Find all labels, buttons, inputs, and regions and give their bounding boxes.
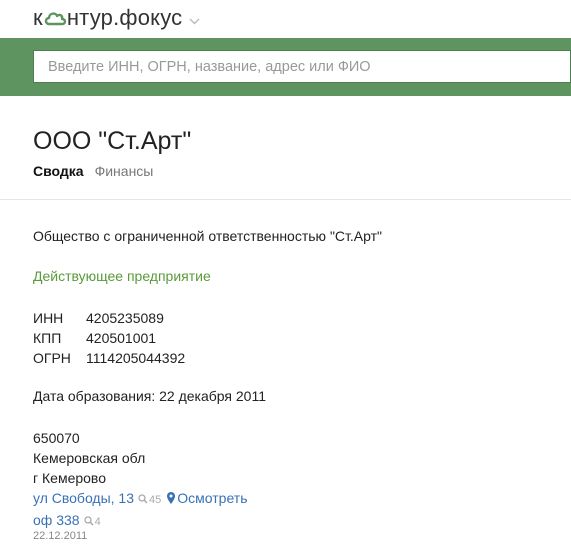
office-count-value: 4 — [94, 516, 101, 528]
chevron-down-icon[interactable] — [189, 13, 200, 28]
map-pin-icon — [167, 492, 176, 504]
view-location-link[interactable]: Осмотреть — [167, 490, 247, 506]
tab-finances[interactable]: Финансы — [95, 163, 154, 179]
requisite-value: 1114205044392 — [86, 350, 186, 366]
requisite-label: КПП — [33, 330, 62, 346]
address-postcode: 650070 — [33, 430, 80, 446]
status-label: Действующее предприятие — [33, 268, 211, 284]
office-link[interactable]: оф 338 — [33, 512, 80, 528]
office-search-count[interactable]: 4 — [83, 516, 101, 528]
magnifier-icon — [138, 494, 148, 504]
company-tabs: Сводка Финансы — [33, 163, 153, 179]
requisite-value: 4205235089 — [86, 310, 164, 326]
top-bar: к нтур. фокус — [0, 0, 571, 38]
address-block: 650070 Кемеровская обл г Кемерово ул Сво… — [33, 428, 247, 532]
company-full-name: Общество с ограниченной ответственностью… — [33, 228, 382, 244]
address-date: 22.12.2011 — [33, 530, 88, 542]
address-office-row: оф 338 4 — [33, 510, 247, 532]
requisite-row-kpp: КПП 420501001 — [33, 328, 185, 348]
requisite-row-inn: ИНН 4205235089 — [33, 308, 185, 328]
requisite-label: ИНН — [33, 310, 64, 326]
street-count-value: 45 — [149, 494, 162, 506]
view-location-label: Осмотреть — [177, 490, 248, 506]
requisite-label: ОГРН — [33, 350, 71, 366]
street-search-count[interactable]: 45 — [138, 494, 161, 506]
street-link[interactable]: ул Свободы, 13 — [33, 490, 134, 506]
tab-summary[interactable]: Сводка — [33, 163, 84, 179]
divider — [0, 199, 571, 200]
founded-date: Дата образования: 22 декабря 2011 — [33, 388, 266, 404]
requisite-row-ogrn: ОГРН 1114205044392 — [33, 348, 185, 368]
requisite-value: 420501001 — [86, 330, 157, 346]
address-street-row: ул Свободы, 13 45 Осмотреть — [33, 488, 247, 510]
search-box[interactable] — [33, 50, 571, 83]
logo-text-right: нтур — [66, 5, 114, 30]
address-region: Кемеровская обл — [33, 450, 146, 466]
cloud-icon — [44, 8, 67, 26]
company-title: ООО "Ст.Арт" — [33, 127, 192, 155]
address-city: г Кемерово — [33, 470, 106, 486]
logo-text-left: к — [33, 5, 43, 30]
magnifier-icon — [83, 516, 94, 526]
logo-product: фокус — [119, 5, 183, 30]
kontur-focus-logo[interactable]: к нтур. фокус — [33, 5, 200, 31]
requisites: ИНН 4205235089 КПП 420501001 ОГРН 111420… — [33, 308, 185, 368]
search-input[interactable] — [34, 51, 570, 82]
